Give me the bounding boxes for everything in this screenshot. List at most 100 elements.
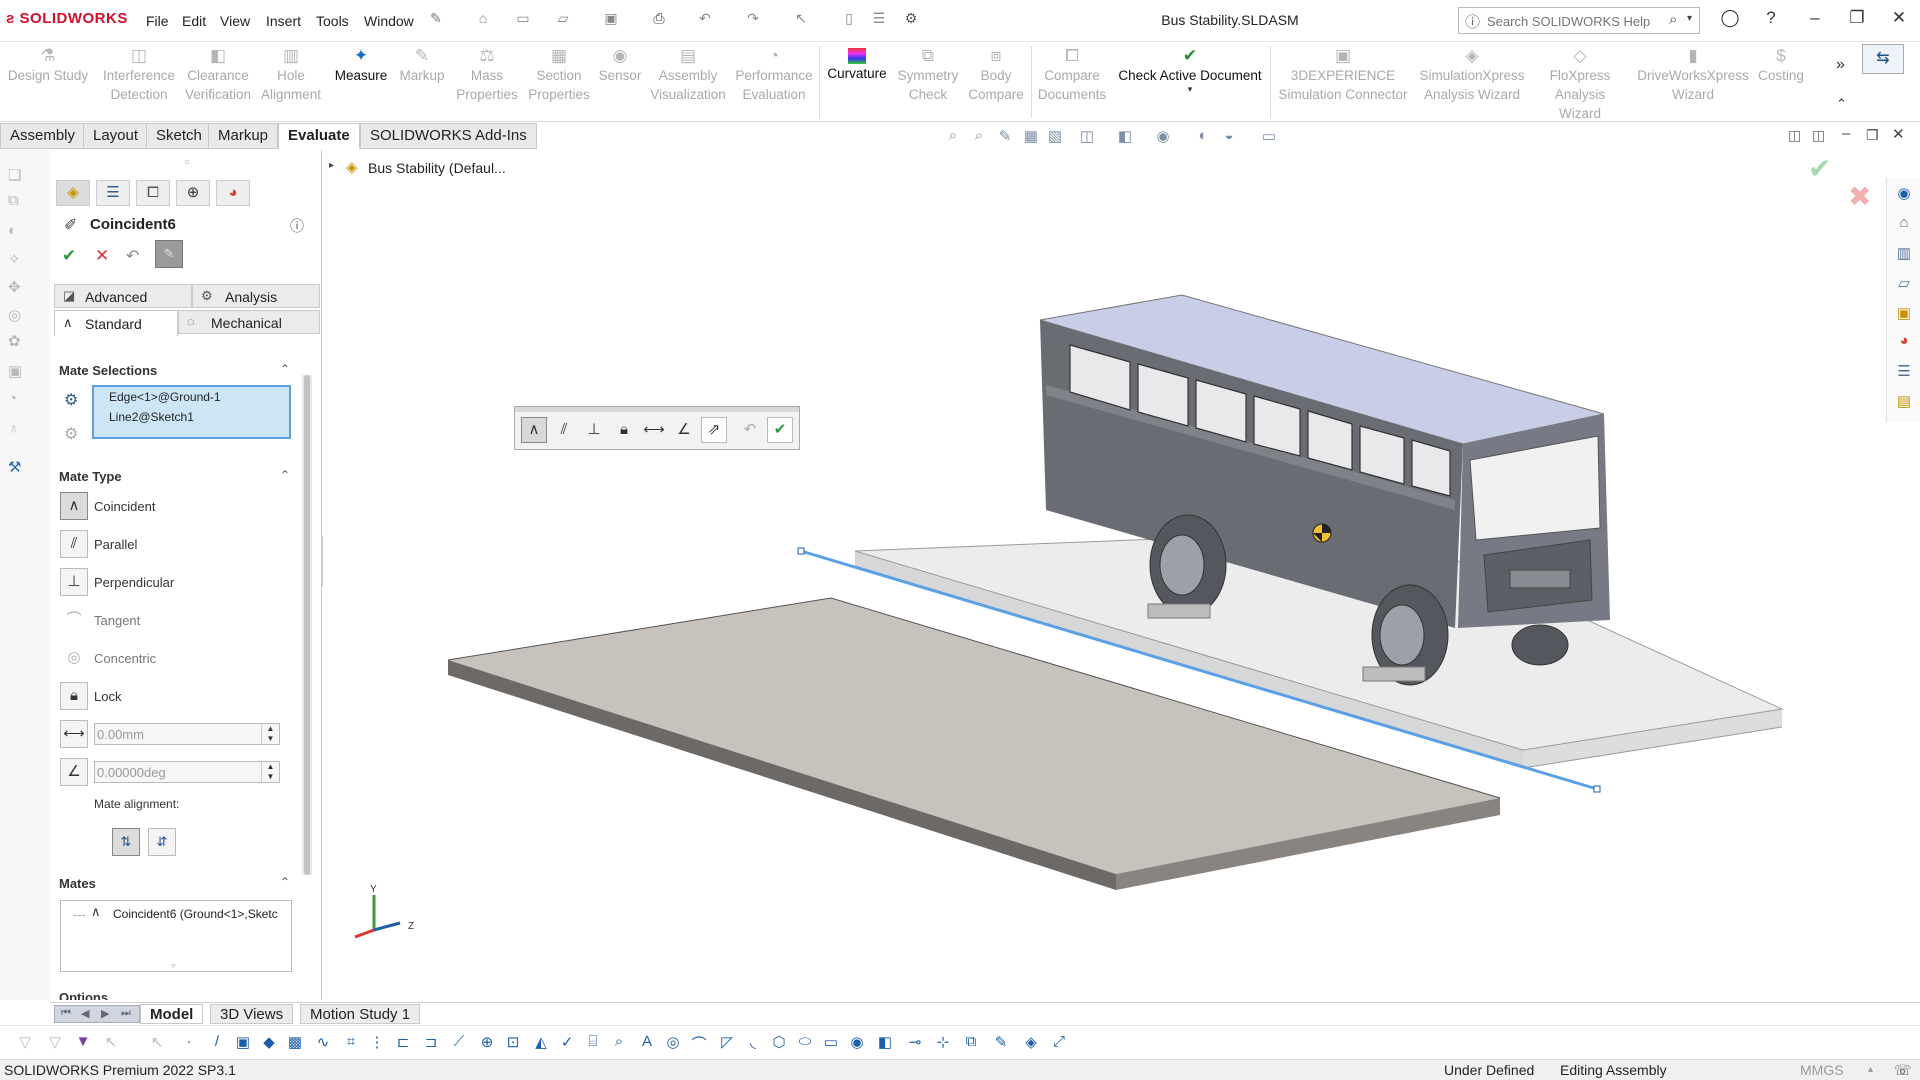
edit-appearance-icon[interactable]: ◐ xyxy=(1192,127,1214,149)
tab-solidworks-add-ins[interactable]: SOLIDWORKS Add-Ins xyxy=(360,123,537,149)
search-box[interactable]: ⓘ ⌕ ▾ xyxy=(1458,7,1700,34)
minimize-button[interactable]: – xyxy=(1800,8,1830,34)
view-sketch-relations-icon[interactable]: ⤢ xyxy=(1048,1033,1070,1053)
toolbar-grip[interactable] xyxy=(515,407,799,412)
clearance-verification-button[interactable]: ◧ Clearance Verification xyxy=(180,44,256,120)
coincident-button[interactable]: ∧ xyxy=(60,492,88,520)
sketch-picture-icon[interactable]: ✎ xyxy=(990,1033,1012,1053)
mirror-icon[interactable]: ⊡ xyxy=(502,1033,524,1053)
spline-icon[interactable]: ∿ xyxy=(312,1033,334,1053)
custom-properties-icon[interactable]: ☰ xyxy=(1894,362,1914,382)
move-component-icon[interactable]: ✥ xyxy=(8,278,28,296)
collapse-caret-icon[interactable]: ⌃ xyxy=(280,875,290,889)
design-study-button[interactable]: ⚗ Design Study xyxy=(4,44,92,120)
menu-edit[interactable]: Edit xyxy=(182,13,206,29)
pin-icon[interactable]: ✎ xyxy=(425,10,447,30)
distance-input[interactable]: 0.00mm ▲ ▼ xyxy=(94,723,280,745)
mass-properties-button[interactable]: ⚖ Mass Properties xyxy=(454,44,520,120)
sensor-button[interactable]: ◉ Sensor xyxy=(596,44,644,120)
reference-geometry-icon[interactable]: ▣ xyxy=(8,362,28,380)
sketch-icon[interactable]: ◆ xyxy=(258,1033,280,1053)
check-active-document-button[interactable]: ✔ Check Active Document ▾ xyxy=(1114,44,1266,120)
cancel-x-icon[interactable]: ✕ xyxy=(95,246,109,266)
tab-motion-study-1[interactable]: Motion Study 1 xyxy=(300,1004,421,1024)
new-motion-study-icon[interactable]: ◔ xyxy=(8,390,28,408)
tab-sketch[interactable]: Sketch xyxy=(146,123,212,149)
undo-icon[interactable]: ↶ xyxy=(694,10,716,30)
angle-button[interactable]: ∠ xyxy=(60,758,88,786)
distance-button[interactable]: ⟷ xyxy=(60,720,88,748)
ellipse-icon[interactable]: ⬭ xyxy=(794,1033,816,1053)
context-parallel-button[interactable]: ⫽ xyxy=(551,417,577,443)
context-distance-button[interactable]: ⟷ xyxy=(641,417,667,443)
redo-icon[interactable]: ↷ xyxy=(742,10,764,30)
ok-check-icon[interactable]: ✔ xyxy=(62,246,76,266)
3dexperience-simulation-connector-button[interactable]: ▣ 3DEXPERIENCE Simulation Connector xyxy=(1274,44,1412,120)
concentric-button[interactable]: ◎ xyxy=(60,644,88,672)
section-view-icon[interactable]: ▦ xyxy=(1020,127,1042,149)
slot-icon[interactable]: ▭ xyxy=(820,1033,842,1053)
line-endpoint-handle[interactable] xyxy=(1593,785,1601,793)
home-icon[interactable]: ⌂ xyxy=(472,10,494,30)
filter-faces-icon[interactable]: ▼ xyxy=(72,1033,94,1053)
dynamic-annotation-icon[interactable]: ▧ xyxy=(1044,127,1066,149)
linear-pattern-icon[interactable]: ◐ xyxy=(8,222,28,240)
tab-evaluate[interactable]: Evaluate xyxy=(278,123,360,149)
context-coincident-button[interactable]: ∧ xyxy=(521,417,547,443)
rebuild-icon[interactable]: ▯ xyxy=(838,10,860,30)
pattern-icon[interactable]: ◉ xyxy=(846,1033,868,1053)
aligned-button[interactable]: ⇅ xyxy=(112,828,140,856)
tab-assembly[interactable]: Assembly xyxy=(0,123,86,149)
tab-model[interactable]: Model xyxy=(140,1004,204,1024)
mates-header[interactable]: Mates xyxy=(59,876,96,891)
performance-evaluation-button[interactable]: ◔ Performance Evaluation xyxy=(732,44,816,120)
symmetry-check-button[interactable]: ⧉ Symmetry Check xyxy=(892,44,964,120)
line-endpoint-handle[interactable] xyxy=(797,547,805,555)
arc-icon[interactable]: ⌒ xyxy=(688,1033,710,1053)
search-input[interactable] xyxy=(1487,12,1667,30)
mate-icon[interactable]: ⧉ xyxy=(8,192,28,210)
line-icon[interactable]: / xyxy=(206,1033,228,1053)
file-properties-icon[interactable]: ☰ xyxy=(868,10,890,30)
viewport-close-button[interactable]: ✕ xyxy=(1892,125,1905,143)
file-explorer-icon[interactable]: ▱ xyxy=(1894,274,1914,294)
zoom-to-fit-icon[interactable]: ⌕ xyxy=(942,127,964,149)
body-compare-button[interactable]: ⧈ Body Compare xyxy=(964,44,1028,120)
move-entities-icon[interactable]: ◭ xyxy=(530,1033,552,1053)
floxpress-button[interactable]: ◇ FloXpress Analysis Wizard xyxy=(1532,44,1628,121)
feature-manager-tab[interactable]: ◈ xyxy=(56,180,90,206)
hide-show-items-icon[interactable]: ◉ xyxy=(1152,127,1174,149)
search-icon[interactable]: ⌕ xyxy=(1669,11,1677,28)
solidworks-logo[interactable]: ƨ SOLIDWORKS xyxy=(6,10,128,27)
check-sketch-icon[interactable]: ✓ xyxy=(556,1033,578,1053)
display-style-icon[interactable]: ◧ xyxy=(1114,127,1136,149)
ribbon-more-icon[interactable]: » xyxy=(1836,56,1845,74)
context-flip-button[interactable]: ⇗ xyxy=(701,417,727,443)
help-icon[interactable]: ? xyxy=(1756,8,1786,34)
mate-selections-header[interactable]: Mate Selections xyxy=(59,363,157,378)
collapse-caret-icon[interactable]: ⌃ xyxy=(280,362,290,376)
markup-button[interactable]: ✎ Markup xyxy=(392,44,452,120)
tab-mechanical[interactable]: ◌ Mechanical xyxy=(178,310,320,334)
open-icon[interactable]: ▱ xyxy=(552,10,574,30)
tangent-button[interactable]: ⌒ xyxy=(60,606,88,634)
options-gear-icon[interactable]: ⚙ xyxy=(900,10,922,30)
user-account-icon[interactable]: ◯ xyxy=(1715,8,1745,34)
tab-3d-views[interactable]: 3D Views xyxy=(210,1004,294,1024)
mate-type-header[interactable]: Mate Type xyxy=(59,469,122,484)
collapse-caret-icon[interactable]: ⌃ xyxy=(280,468,290,482)
convert-entities-icon[interactable]: ⟋ xyxy=(448,1033,470,1053)
context-undo-button[interactable]: ↶ xyxy=(737,417,763,443)
construction-line-icon[interactable]: ⊸ xyxy=(904,1033,926,1053)
zoom-area-icon[interactable]: ⌕ xyxy=(968,127,990,149)
distance-spinner[interactable]: ▲ ▼ xyxy=(261,724,279,744)
block-icon[interactable]: ◧ xyxy=(874,1033,896,1053)
menu-file[interactable]: File xyxy=(146,13,169,29)
anti-aligned-button[interactable]: ⇵ xyxy=(148,828,176,856)
panel-grip-icon[interactable]: ○ xyxy=(184,157,190,168)
menu-view[interactable]: View xyxy=(220,13,250,29)
status-units[interactable]: MMGS xyxy=(1800,1062,1844,1078)
centerline-icon[interactable]: ⊹ xyxy=(932,1033,954,1053)
show-hidden-icon[interactable]: ◎ xyxy=(8,306,28,324)
tab-scroll-arrows[interactable]: ⏮ ◀ ▶ ⏭ xyxy=(54,1005,140,1023)
